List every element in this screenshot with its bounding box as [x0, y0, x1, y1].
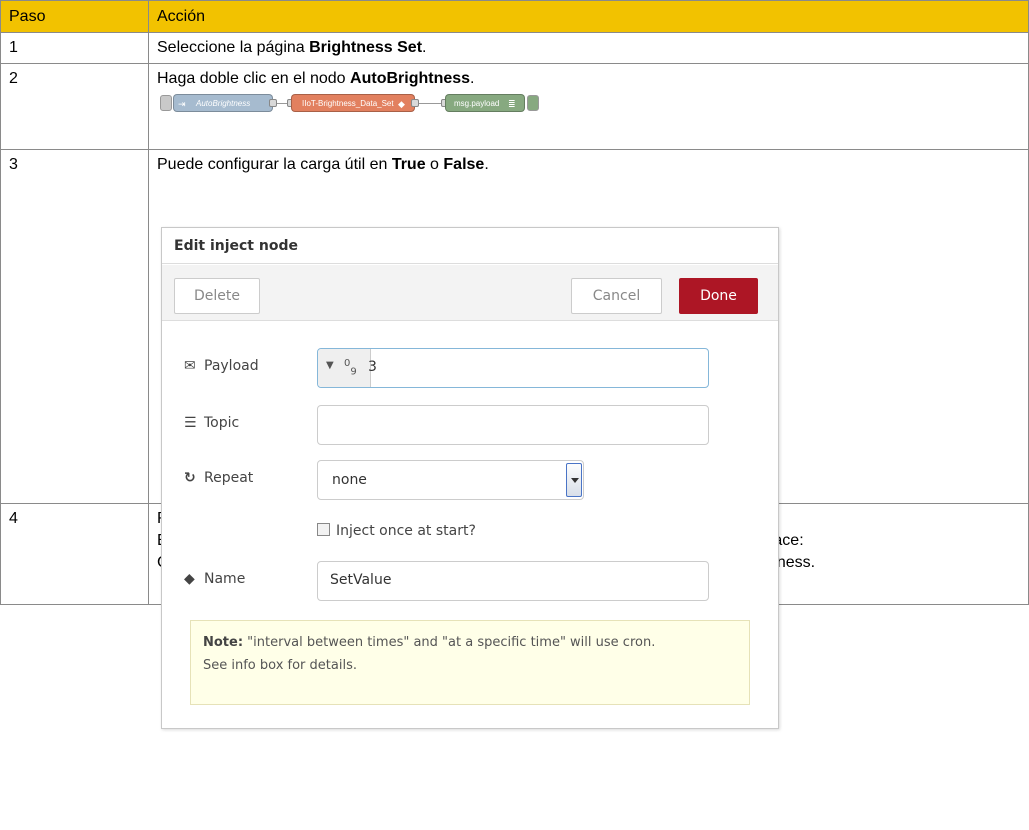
step-number: 2 — [0, 63, 149, 150]
debug-list-icon: ≣ — [508, 99, 516, 109]
function-icon: ◆ — [398, 99, 405, 109]
dialog-title: Edit inject node — [162, 228, 778, 264]
repeat-select[interactable]: none — [317, 460, 584, 500]
repeat-icon: ↻ — [184, 470, 196, 486]
table-row: 1 Seleccione la página Brightness Set. — [0, 32, 1029, 64]
step-number: 4 — [0, 503, 149, 605]
note-text-2: See info box for details. — [203, 658, 357, 673]
note-label: Note: — [203, 635, 244, 650]
edit-inject-node-dialog: Edit inject node Delete Cancel Done ✉ Pay… — [161, 227, 779, 729]
step-number: 1 — [0, 32, 149, 64]
step-action: Haga doble clic en el nodo AutoBrightnes… — [148, 63, 1029, 150]
cancel-button[interactable]: Cancel — [571, 278, 662, 314]
output-port-icon[interactable] — [269, 99, 277, 107]
function-node[interactable]: IIoT-Brightness_Data_Set ◆ — [291, 94, 415, 112]
name-value: SetValue — [330, 572, 392, 588]
delete-button[interactable]: Delete — [174, 278, 260, 314]
checkbox-icon[interactable] — [317, 523, 330, 536]
tasks-icon: ☰ — [184, 415, 197, 431]
debug-node[interactable]: msg.payload ≣ — [445, 94, 525, 112]
name-input[interactable]: SetValue — [317, 561, 709, 601]
topic-label: ☰ Topic — [184, 415, 240, 431]
payload-type-selector[interactable]: ▼ 09 — [318, 349, 371, 387]
info-note: Note: "interval between times" and "at a… — [190, 620, 750, 705]
dropdown-arrow-icon[interactable] — [566, 463, 582, 497]
inject-node[interactable]: ⇥ AutoBrightness — [173, 94, 273, 112]
flow-diagram: ⇥ AutoBrightness IIoT-Brightness_Data_Se… — [157, 94, 1020, 114]
repeat-label: ↻ Repeat — [184, 470, 254, 486]
header-step: Paso — [0, 0, 149, 33]
debug-toggle-icon[interactable] — [527, 95, 539, 111]
header-action: Acción — [148, 0, 1029, 33]
inject-button-icon[interactable] — [160, 95, 172, 111]
table-header-row: Paso Acción — [0, 0, 1029, 33]
step-action: Seleccione la página Brightness Set. — [148, 32, 1029, 64]
payload-value: 3 — [368, 359, 377, 375]
payload-label: ✉ Payload — [184, 358, 259, 374]
envelope-icon: ✉ — [184, 358, 196, 374]
note-text: "interval between times" and "at a speci… — [243, 635, 656, 650]
repeat-value: none — [332, 472, 367, 488]
debug-node-label: msg.payload — [454, 99, 500, 108]
caret-down-icon: ▼ — [326, 360, 334, 371]
inject-once-checkbox[interactable]: Inject once at start? — [317, 523, 476, 539]
output-port-icon[interactable] — [411, 99, 419, 107]
name-label: ◆ Name — [184, 571, 246, 587]
step-number: 3 — [0, 149, 149, 504]
number-type-icon: 09 — [344, 358, 357, 378]
inject-node-label: AutoBrightness — [196, 99, 251, 108]
payload-input[interactable]: ▼ 09 3 — [317, 348, 709, 388]
inject-once-label: Inject once at start? — [336, 523, 476, 539]
done-button[interactable]: Done — [679, 278, 758, 314]
dialog-toolbar: Delete Cancel Done — [162, 265, 778, 321]
table-row: 2 Haga doble clic en el nodo AutoBrightn… — [0, 63, 1029, 150]
function-node-label: IIoT-Brightness_Data_Set — [302, 99, 394, 108]
topic-input[interactable] — [317, 405, 709, 445]
tag-icon: ◆ — [184, 571, 195, 587]
inject-arrow-icon: ⇥ — [178, 99, 186, 109]
